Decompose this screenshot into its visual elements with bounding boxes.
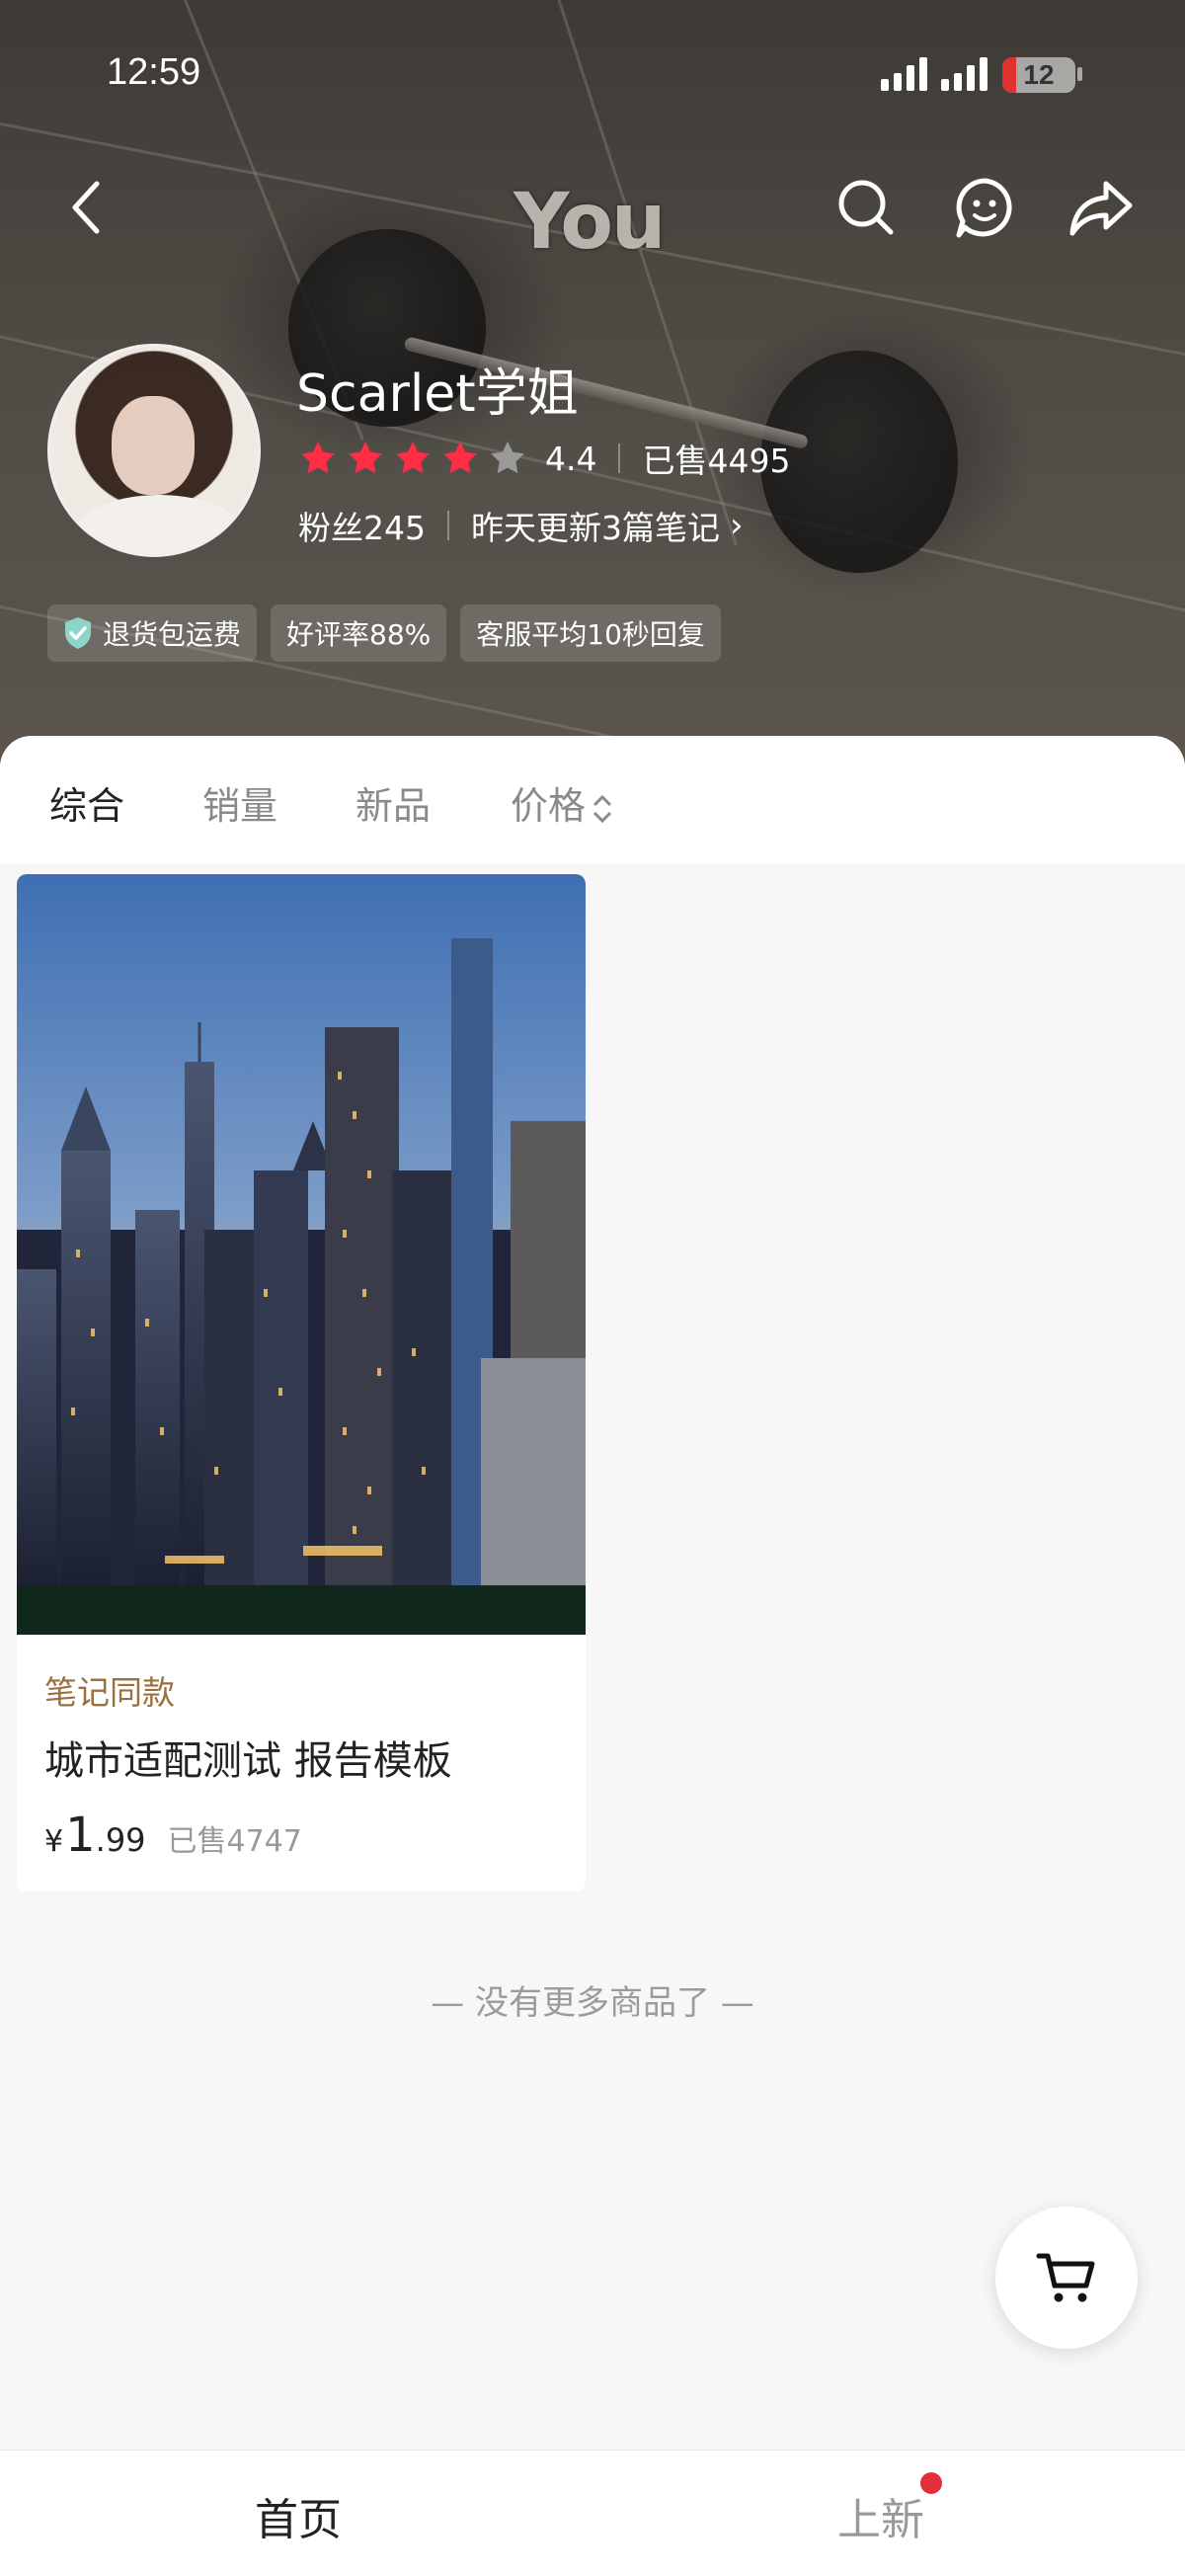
badge-service-reply: 客服平均10秒回复 — [460, 604, 721, 662]
hero-watermark-text: You — [514, 178, 666, 267]
cart-button[interactable] — [995, 2207, 1138, 2349]
product-card[interactable]: 笔记同款 城市适配测试 报告模板 ¥ 1 .99 已售4747 — [17, 874, 586, 1892]
price-decimal: .99 — [95, 1821, 146, 1859]
tab-new[interactable]: 新品 — [356, 775, 431, 830]
bottom-nav: 首页 上新 — [0, 2450, 1185, 2576]
product-title: 城市适配测试 报告模板 — [44, 1738, 452, 1784]
back-icon[interactable] — [54, 173, 123, 242]
no-more-text: — 没有更多商品了 — — [431, 1983, 754, 2023]
product-tag: 笔记同款 — [44, 1673, 175, 1712]
shop-avatar[interactable] — [47, 344, 261, 557]
customer-service-icon[interactable] — [950, 173, 1019, 242]
star-empty-icon — [491, 442, 524, 474]
rating-row: 4.4 已售4495 — [298, 435, 790, 482]
fans-count: 粉丝245 — [298, 509, 426, 547]
cart-icon — [1036, 2253, 1095, 2302]
star-icon — [443, 442, 477, 474]
star-icon — [396, 442, 430, 474]
service-badges: 退货包运费 好评率88% 客服平均10秒回复 — [47, 604, 721, 662]
badge-good-rate: 好评率88% — [271, 604, 447, 662]
signal-icon — [881, 57, 927, 91]
shop-name: Scarlet学姐 — [296, 364, 579, 424]
star-icon — [349, 442, 382, 474]
battery-icon: 12 — [1002, 57, 1075, 93]
price-symbol: ¥ — [44, 1824, 64, 1859]
notes-update: 昨天更新3篇笔记 — [471, 509, 720, 547]
tab-comprehensive[interactable]: 综合 — [49, 775, 124, 830]
signal-icon-2 — [941, 57, 988, 91]
product-list-panel: 综合 销量 新品 价格 笔记同款 城市适配测试 报告模板 ¥ 1 .99 已售4… — [0, 736, 1185, 2450]
tab-price-label: 价格 — [511, 784, 587, 828]
fans-row[interactable]: 粉丝245 昨天更新3篇笔记 › — [298, 502, 744, 549]
chevron-right-icon: › — [730, 506, 744, 545]
tab-price[interactable]: 价格 — [511, 775, 613, 830]
new-dot-badge — [920, 2472, 942, 2494]
search-icon[interactable] — [831, 173, 901, 242]
nav-new-arrivals[interactable]: 上新 — [837, 2484, 924, 2547]
badge-free-return: 退货包运费 — [47, 604, 258, 662]
product-price-row: ¥ 1 .99 已售4747 — [44, 1808, 302, 1863]
nav-home[interactable]: 首页 — [255, 2484, 342, 2547]
sort-arrows-icon — [592, 794, 612, 823]
shield-check-icon — [65, 617, 91, 649]
sort-tabs: 综合 销量 新品 价格 — [0, 736, 1185, 864]
price-integer: 1 — [65, 1808, 96, 1863]
tab-sales[interactable]: 销量 — [202, 775, 277, 830]
product-sold-count: 已售4747 — [167, 1824, 302, 1859]
star-icon — [301, 442, 335, 474]
battery-level: 12 — [1023, 59, 1055, 90]
share-icon[interactable] — [1066, 173, 1136, 242]
shop-sold-count: 已售4495 — [642, 442, 791, 480]
rating-value: 4.4 — [545, 439, 597, 478]
product-image — [17, 874, 586, 1635]
status-time: 12:59 — [107, 51, 201, 93]
